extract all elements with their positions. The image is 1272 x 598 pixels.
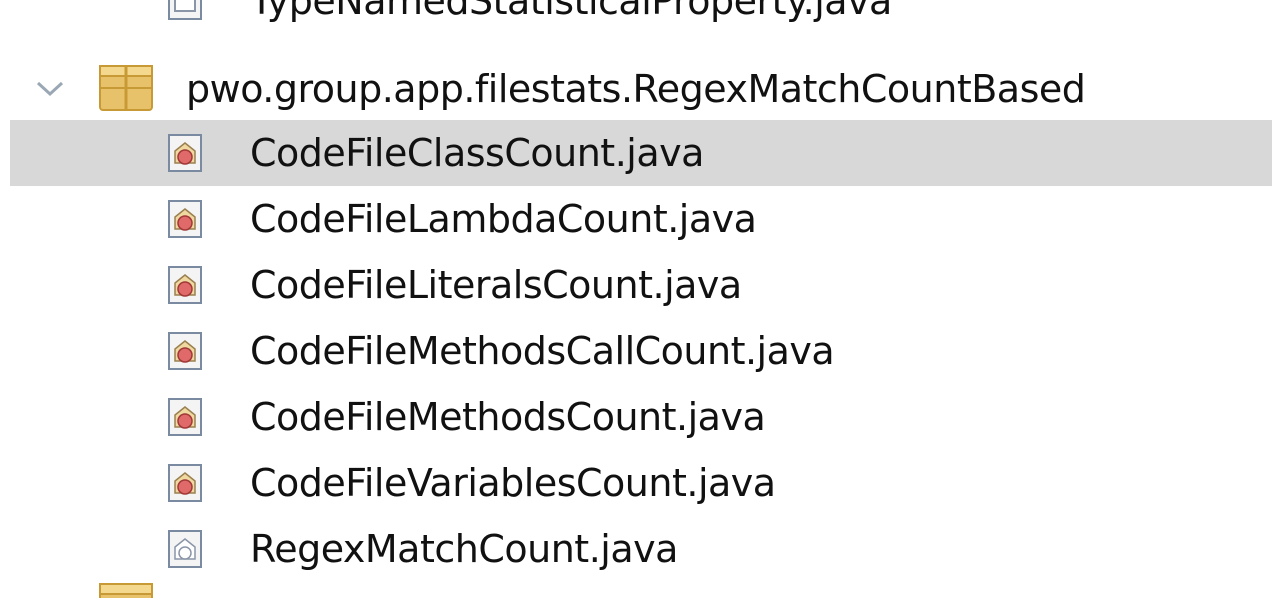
tree-file-item[interactable]: RegexMatchCount.java bbox=[0, 516, 1272, 582]
java-class-file-icon bbox=[168, 200, 202, 238]
tree-file-item[interactable]: CodeFileMethodsCount.java bbox=[0, 384, 1272, 450]
project-tree: TypeNamedStatisticalProperty.java pwo.gr… bbox=[0, 0, 1272, 598]
tree-file-item[interactable]: CodeFileLambdaCount.java bbox=[0, 186, 1272, 252]
tree-package-node[interactable]: pwo.group.app.filestats.RegexMatchCountB… bbox=[0, 56, 1272, 122]
file-label: CodeFileVariablesCount.java bbox=[250, 461, 776, 505]
file-label: CodeFileMethodsCallCount.java bbox=[250, 329, 835, 373]
tree-file-item[interactable]: CodeFileClassCount.java bbox=[10, 120, 1272, 186]
tree-file-item[interactable]: CodeFileMethodsCallCount.java bbox=[0, 318, 1272, 384]
package-label: pwo.group.app.filestats.RegexMatchCountB… bbox=[186, 67, 1086, 111]
package-icon bbox=[99, 583, 153, 598]
package-icon bbox=[99, 65, 153, 111]
file-label: CodeFileClassCount.java bbox=[250, 131, 704, 175]
chevron-down-icon[interactable] bbox=[34, 78, 66, 100]
file-label: CodeFileLambdaCount.java bbox=[250, 197, 757, 241]
tree-file-item[interactable]: CodeFileLiteralsCount.java bbox=[0, 252, 1272, 318]
java-class-file-icon bbox=[168, 398, 202, 436]
java-file-icon bbox=[168, 0, 202, 20]
tree-item-partial-top[interactable]: TypeNamedStatisticalProperty.java bbox=[0, 0, 1272, 34]
tree-item-label: TypeNamedStatisticalProperty.java bbox=[250, 0, 892, 23]
file-label: RegexMatchCount.java bbox=[250, 527, 678, 571]
file-label: CodeFileMethodsCount.java bbox=[250, 395, 766, 439]
java-class-file-icon bbox=[168, 332, 202, 370]
java-class-file-icon bbox=[168, 464, 202, 502]
file-label: CodeFileLiteralsCount.java bbox=[250, 263, 742, 307]
java-class-file-icon bbox=[168, 134, 202, 172]
java-interface-file-icon bbox=[168, 530, 202, 568]
tree-file-item[interactable]: CodeFileVariablesCount.java bbox=[0, 450, 1272, 516]
java-class-file-icon bbox=[168, 266, 202, 304]
